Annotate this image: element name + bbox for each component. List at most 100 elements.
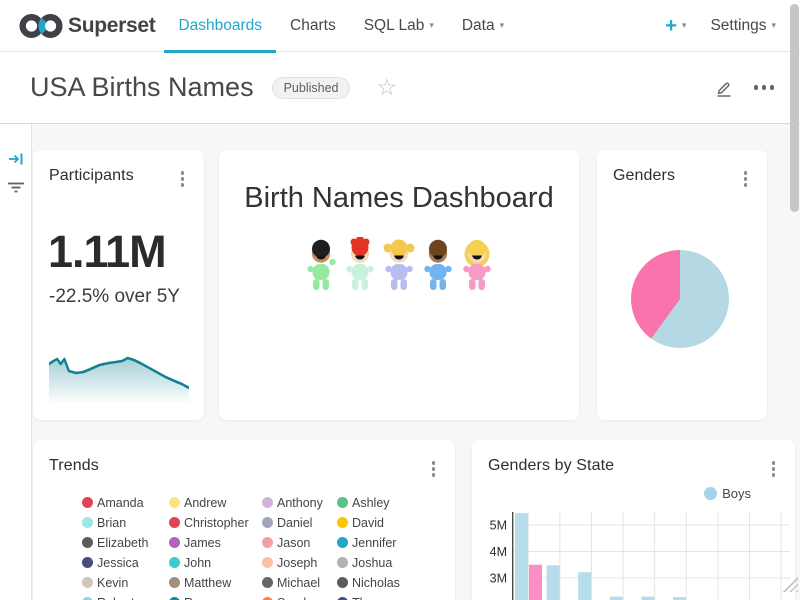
genders-by-state-card: Genders by State Boys 5M4M3M	[472, 440, 795, 600]
legend-label: Christopher	[184, 516, 249, 530]
legend-item-kevin[interactable]: Kevin	[82, 573, 169, 593]
legend-item-jessica[interactable]: Jessica	[82, 553, 169, 573]
legend-label: Brian	[97, 516, 126, 530]
nav-item-data[interactable]: Data▾	[448, 0, 518, 52]
legend-item-robert[interactable]: Robert	[82, 593, 169, 600]
legend-label: Anthony	[277, 496, 323, 510]
legend-item-christopher[interactable]: Christopher	[169, 513, 262, 533]
legend-item-michael[interactable]: Michael	[262, 573, 337, 593]
legend-dot	[262, 537, 273, 548]
more-options-icon[interactable]	[752, 81, 777, 94]
kebab-menu-icon[interactable]	[177, 169, 189, 189]
dashboard-header: USA Births Names Published ☆	[0, 52, 800, 124]
filter-bar-collapsed	[0, 124, 32, 600]
svg-text:5M: 5M	[490, 519, 507, 533]
legend-item-james[interactable]: James	[169, 533, 262, 553]
legend-item-elizabeth[interactable]: Elizabeth	[82, 533, 169, 553]
legend-label: Elizabeth	[97, 536, 148, 550]
legend-label: Jason	[277, 536, 310, 550]
new-dropdown-button[interactable]: + ▾	[665, 16, 686, 36]
main-nav: Dashboards Charts SQL Lab▾Data▾	[164, 0, 518, 52]
legend-label: Joshua	[352, 556, 392, 570]
participants-trendline-chart[interactable]	[49, 344, 189, 402]
legend-label: Robert	[97, 596, 135, 600]
legend-dot	[337, 517, 348, 528]
kebab-menu-icon[interactable]	[740, 169, 752, 189]
baby-brown-hair-blue	[424, 240, 451, 290]
legend-dot	[169, 557, 180, 568]
legend-item-nicholas[interactable]: Nicholas	[337, 573, 455, 593]
legend-item-brian[interactable]: Brian	[82, 513, 169, 533]
legend-dot	[169, 517, 180, 528]
caret-down-icon: ▾	[682, 21, 687, 30]
babies-illustration	[302, 237, 497, 292]
filter-icon[interactable]	[7, 182, 25, 194]
nav-item-sql-lab[interactable]: SQL Lab▾	[350, 0, 448, 52]
nav-item-label: Data	[462, 17, 495, 35]
legend-item-joseph[interactable]: Joseph	[262, 553, 337, 573]
legend-item-david[interactable]: David	[337, 513, 455, 533]
legend-label: Thomas	[352, 596, 397, 600]
brand-name: Superset	[68, 14, 155, 38]
baby-black-hair-green	[307, 240, 335, 290]
expand-filter-bar-icon[interactable]	[8, 152, 24, 166]
dashboard-title: USA Births Names	[30, 72, 254, 103]
legend-label: Daniel	[277, 516, 312, 530]
chart-title: Trends	[49, 457, 99, 475]
legend-item-ryan[interactable]: Ryan	[169, 593, 262, 600]
legend-item-thomas[interactable]: Thomas	[337, 593, 455, 600]
baby-blonde-pigtails-lavender	[383, 240, 414, 291]
favorite-star-icon[interactable]: ☆	[376, 76, 397, 99]
legend-label: John	[184, 556, 211, 570]
header-actions	[714, 78, 777, 98]
svg-text:3M: 3M	[490, 572, 507, 586]
baby-red-hair-mint	[346, 237, 373, 290]
nav-item-dashboards[interactable]: Dashboards	[164, 0, 276, 52]
legend-dot	[337, 497, 348, 508]
legend-item-amanda[interactable]: Amanda	[82, 493, 169, 513]
legend-item-john[interactable]: John	[169, 553, 262, 573]
top-navbar: Superset DashboardsChartsSQL Lab▾Data▾ +…	[0, 0, 800, 52]
legend-item-sarah[interactable]: Sarah	[262, 593, 337, 600]
legend-dot	[169, 577, 180, 588]
superset-logo-link[interactable]: Superset	[18, 13, 155, 39]
legend-label: Ashley	[352, 496, 390, 510]
nav-item-label: SQL Lab	[364, 17, 425, 35]
vertical-scrollbar-thumb[interactable]	[790, 4, 799, 212]
nav-item-label: Charts	[290, 17, 336, 35]
legend-label: Sarah	[277, 596, 310, 600]
legend-item-joshua[interactable]: Joshua	[337, 553, 455, 573]
legend-dot	[82, 497, 93, 508]
legend-label: Andrew	[184, 496, 226, 510]
legend-dot	[337, 577, 348, 588]
big-number-value: 1.11M	[48, 226, 166, 278]
published-badge[interactable]: Published	[272, 77, 351, 99]
legend-dot	[82, 517, 93, 528]
legend-item-matthew[interactable]: Matthew	[169, 573, 262, 593]
legend-label: Jessica	[97, 556, 139, 570]
legend-item-jason[interactable]: Jason	[262, 533, 337, 553]
legend-label: Nicholas	[352, 576, 400, 590]
markdown-title: Birth Names Dashboard	[219, 182, 579, 215]
legend-item-andrew[interactable]: Andrew	[169, 493, 262, 513]
superset-dashboard-screen: Superset DashboardsChartsSQL Lab▾Data▾ +…	[0, 0, 800, 600]
legend-dot	[262, 497, 273, 508]
legend-item-ashley[interactable]: Ashley	[337, 493, 455, 513]
legend-label: Jennifer	[352, 536, 396, 550]
trends-card: Trends Amanda Andrew Anthony Ashley Brian Chr…	[33, 440, 455, 600]
svg-text:4M: 4M	[490, 545, 507, 559]
nav-item-charts[interactable]: Charts	[276, 0, 350, 52]
settings-menu[interactable]: Settings ▾	[710, 17, 776, 35]
trends-legend: Amanda Andrew Anthony Ashley Brian Christophe…	[33, 493, 455, 600]
genders-pie-chart[interactable]	[631, 250, 729, 348]
plus-icon: +	[665, 16, 677, 36]
edit-pencil-icon[interactable]	[714, 78, 734, 98]
legend-item-anthony[interactable]: Anthony	[262, 493, 337, 513]
legend-item-jennifer[interactable]: Jennifer	[337, 533, 455, 553]
legend-item-daniel[interactable]: Daniel	[262, 513, 337, 533]
legend-dot	[169, 497, 180, 508]
genders-by-state-bar-chart[interactable]: 5M 4M 3M	[472, 440, 795, 600]
caret-down-icon: ▾	[771, 21, 776, 30]
legend-label: Amanda	[97, 496, 144, 510]
kebab-menu-icon[interactable]	[428, 459, 440, 479]
